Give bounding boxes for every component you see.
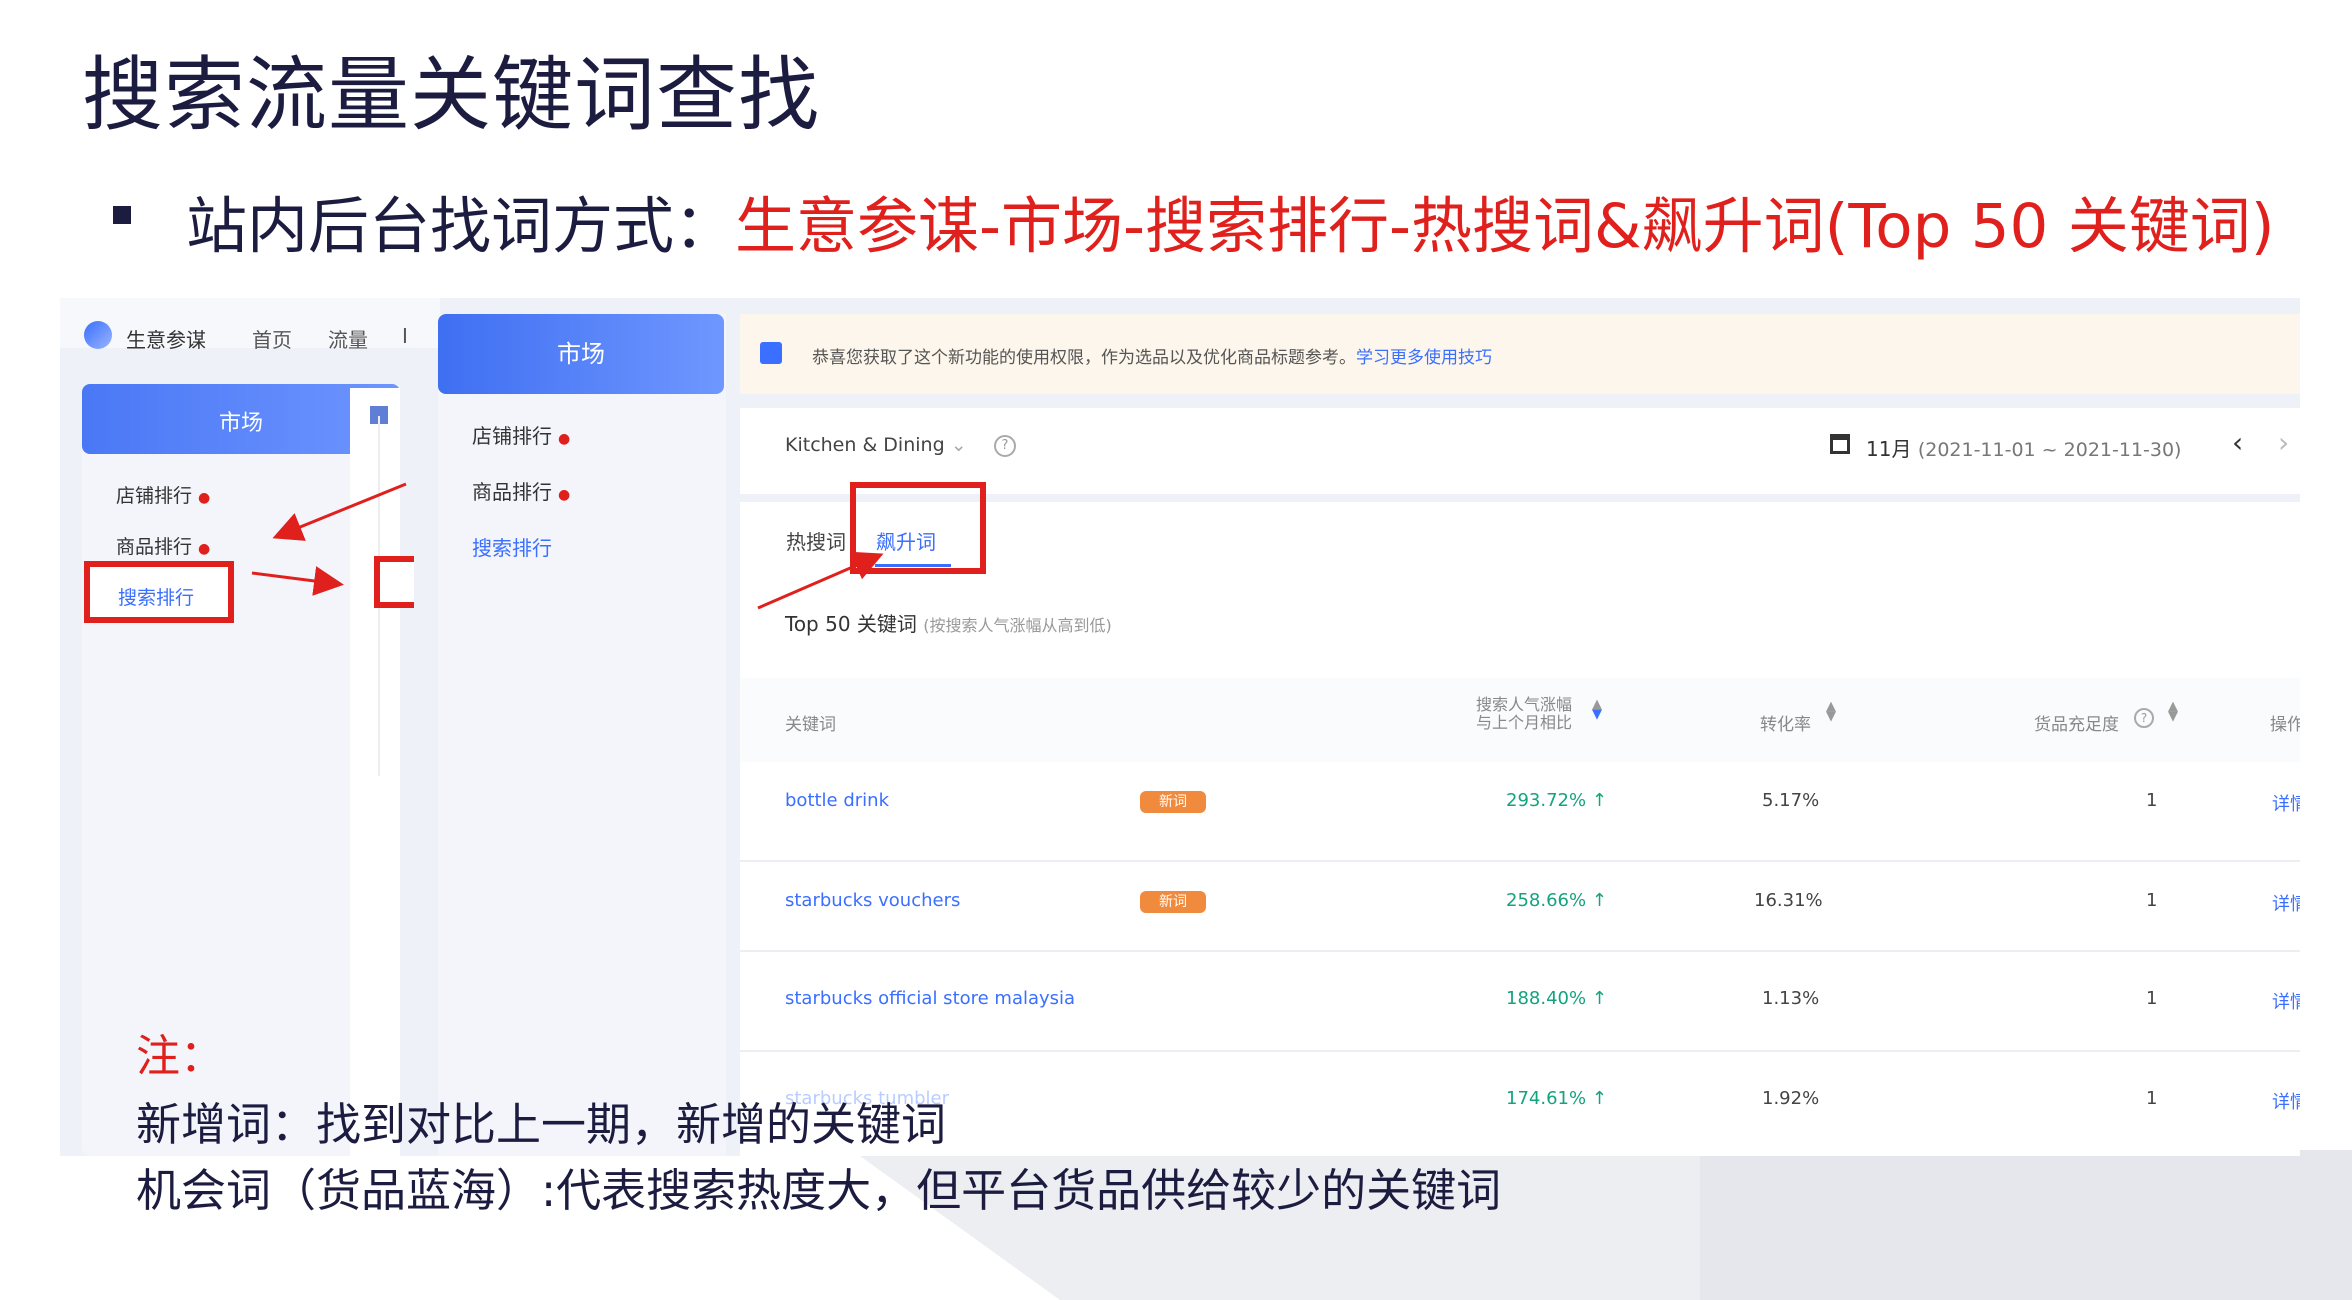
arrow-up-icon: ↑ xyxy=(1591,890,1607,911)
menu-product-rank-back[interactable]: 商品排行 ● xyxy=(116,532,210,559)
row-divider xyxy=(740,860,2300,862)
row-supply: 1 xyxy=(2146,890,2158,911)
keyword-panel xyxy=(740,502,2300,1156)
menu-label: 商品排行 xyxy=(472,480,552,504)
col-supply[interactable]: 货品充足度 xyxy=(2034,710,2119,735)
bullet-prefix: 站内后台找词方式： xyxy=(186,191,736,262)
row-growth: 293.72% ↑ xyxy=(1506,790,1607,811)
row-divider xyxy=(740,950,2300,952)
help-icon[interactable]: ? xyxy=(994,435,1016,457)
menu-label: 商品排行 xyxy=(116,536,193,558)
menu-product-rank[interactable]: 商品排行 ● xyxy=(472,476,570,505)
brand-logo-icon xyxy=(84,321,112,349)
row-conversion: 1.13% xyxy=(1762,988,1820,1009)
col-growth[interactable]: 搜索人气涨幅 与上个月相比 xyxy=(1476,696,1572,732)
note-opportunity-words: 机会词（货品蓝海）:代表搜索热度大，但平台货品供给较少的关键词 xyxy=(136,1164,1502,1217)
growth-value: 188.40% xyxy=(1506,988,1587,1009)
growth-value: 293.72% xyxy=(1506,790,1587,811)
notice-link[interactable]: 学习更多使用技巧 xyxy=(1356,348,1492,368)
list-title: Top 50 关键词 (按搜索人气涨幅从高到低) xyxy=(785,608,1112,637)
col-op: 操作 xyxy=(2270,715,2300,735)
bullet-marker xyxy=(113,206,131,224)
row-detail-link[interactable]: 详情 xyxy=(2272,1088,2300,1114)
menu-shop-rank-back[interactable]: 店铺排行 ● xyxy=(116,481,210,508)
screenshot-panel: 生意参谋 首页 流量 I 市场 店铺排行 ● 商品排行 ● 搜索排行 市场 店铺排行… xyxy=(60,298,2300,1156)
new-dot-icon: ● xyxy=(198,541,211,557)
row-detail-link[interactable]: 详情 xyxy=(2272,890,2300,916)
row-growth: 188.40% ↑ xyxy=(1506,988,1607,1009)
arrow-up-icon: ↑ xyxy=(1591,790,1607,811)
notice-text: 恭喜您获取了这个新功能的使用权限，作为选品以及优化商品标题参考。学习更多使用技巧 xyxy=(812,343,1492,368)
menu-label: 店铺排行 xyxy=(472,424,552,448)
chevron-right-icon[interactable]: › xyxy=(2278,426,2289,459)
row-detail-link[interactable]: 详情 xyxy=(2272,988,2300,1014)
nav-more[interactable]: I xyxy=(402,324,408,348)
decor-panel xyxy=(1700,1150,2352,1300)
period-range: (2021-11-01 ~ 2021-11-30) xyxy=(1917,439,2182,461)
calendar-icon[interactable] xyxy=(1830,434,1850,454)
app-topbar xyxy=(60,298,440,348)
row-supply: 1 xyxy=(2146,1088,2158,1109)
bullet-highlight: 生意参谋-市场-搜索排行-热搜词&飙升词(Top 50 关键词) xyxy=(735,191,2275,262)
menu-search-rank[interactable]: 搜索排行 xyxy=(472,532,552,561)
col-growth-line2: 与上个月相比 xyxy=(1476,713,1573,732)
list-title-text: Top 50 关键词 xyxy=(785,612,917,636)
new-word-badge: 新词 xyxy=(1140,891,1206,913)
new-dot-icon: ● xyxy=(558,431,571,447)
row-divider xyxy=(740,1050,2300,1052)
sort-icon[interactable]: ▲ ▼ xyxy=(1592,698,1602,721)
market-header-label: 市场 xyxy=(557,340,605,368)
period-label: 11月 xyxy=(1866,437,1912,461)
list-subtitle: (按搜索人气涨幅从高到低) xyxy=(923,616,1112,635)
col-conversion[interactable]: 转化率 xyxy=(1760,710,1811,735)
row-conversion: 5.17% xyxy=(1762,790,1820,811)
chevron-left-icon[interactable]: ‹ xyxy=(2232,426,2243,459)
row-supply: 1 xyxy=(2146,790,2158,811)
sort-icon[interactable]: ▲ ▼ xyxy=(1826,700,1836,723)
period-picker[interactable]: 11月 (2021-11-01 ~ 2021-11-30) xyxy=(1866,433,2181,462)
help-icon[interactable]: ? xyxy=(2134,708,2154,728)
row-keyword[interactable]: starbucks official store malaysia xyxy=(785,988,1075,1009)
nav-traffic[interactable]: 流量 xyxy=(328,324,368,353)
growth-value: 174.61% xyxy=(1506,1088,1587,1109)
tab-hot-search[interactable]: 热搜词 xyxy=(786,526,846,555)
menu-label: 店铺排行 xyxy=(116,485,193,507)
col-keyword: 关键词 xyxy=(785,715,836,735)
chevron-down-icon: ⌄ xyxy=(950,434,967,456)
highlight-box-rising-tab xyxy=(850,482,986,574)
nav-home[interactable]: 首页 xyxy=(252,324,292,353)
category-select[interactable]: Kitchen & Dining ⌄ xyxy=(785,434,967,456)
note-new-words: 新增词：找到对比上一期，新增的关键词 xyxy=(136,1098,947,1151)
row-detail-link[interactable]: 详情 xyxy=(2272,790,2300,816)
brand-name: 生意参谋 xyxy=(126,328,206,352)
growth-value: 258.66% xyxy=(1506,890,1587,911)
sort-icon[interactable]: ▲ ▼ xyxy=(2168,700,2178,723)
notice-message: 恭喜您获取了这个新功能的使用权限，作为选品以及优化商品标题参考。 xyxy=(812,348,1356,368)
row-conversion: 1.92% xyxy=(1762,1088,1820,1109)
row-keyword[interactable]: bottle drink xyxy=(785,790,889,811)
arrow-up-icon: ↑ xyxy=(1591,988,1607,1009)
notice-icon xyxy=(760,342,782,364)
new-dot-icon: ● xyxy=(558,487,571,503)
row-growth: 174.61% ↑ xyxy=(1506,1088,1607,1109)
menu-shop-rank[interactable]: 店铺排行 ● xyxy=(472,420,570,449)
row-growth: 258.66% ↑ xyxy=(1506,890,1607,911)
bullet-text: 站内后台找词方式：生意参谋-市场-搜索排行-热搜词&飙升词(Top 50 关键词… xyxy=(186,176,2275,265)
menu-search-rank-back[interactable]: 搜索排行 xyxy=(118,583,194,610)
col-growth-line1: 搜索人气涨幅 xyxy=(1476,695,1573,714)
row-keyword[interactable]: starbucks vouchers xyxy=(785,890,960,911)
slide-title: 搜索流量关键词查找 xyxy=(82,49,821,143)
note-title: 注： xyxy=(136,1031,224,1082)
category-value: Kitchen & Dining xyxy=(785,434,945,456)
new-word-badge: 新词 xyxy=(1140,791,1206,813)
highlight-box-partial xyxy=(374,556,414,608)
new-dot-icon: ● xyxy=(198,490,211,506)
row-supply: 1 xyxy=(2146,988,2158,1009)
arrow-up-icon: ↑ xyxy=(1591,1088,1607,1109)
row-conversion: 16.31% xyxy=(1754,890,1823,911)
